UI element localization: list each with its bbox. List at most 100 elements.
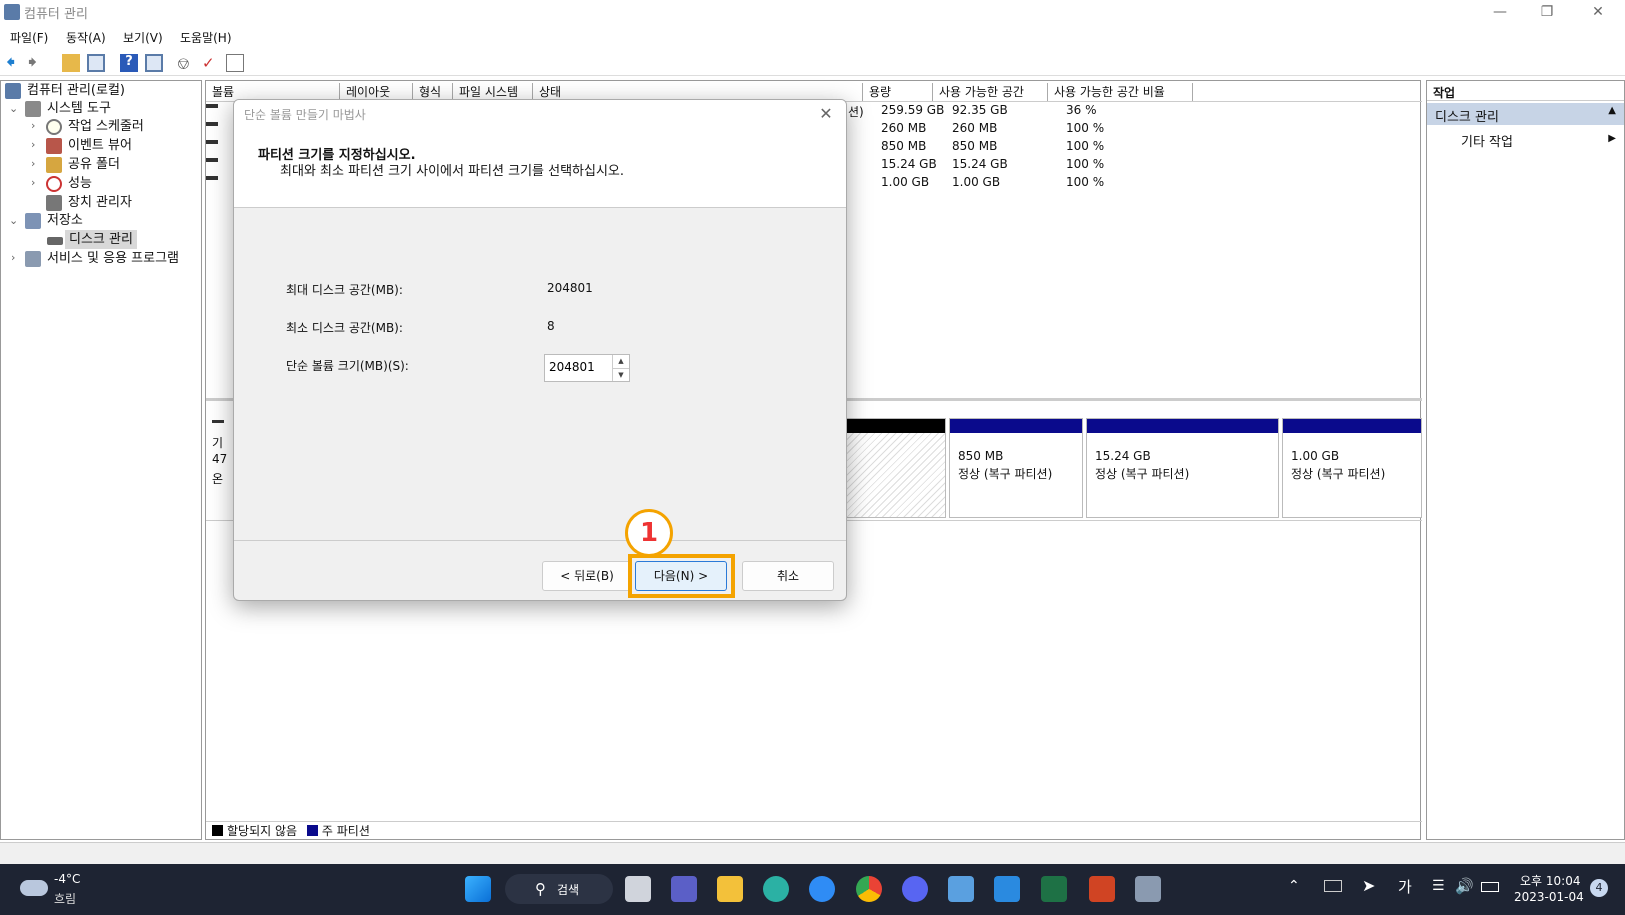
checklist-icon[interactable]: ✓ (202, 54, 220, 72)
chevron-down-icon[interactable]: ⌄ (9, 214, 18, 227)
help-icon[interactable]: ? (120, 54, 138, 72)
computer-icon (5, 83, 21, 99)
chevron-right-icon[interactable]: › (31, 176, 35, 189)
weather-temp[interactable]: -4°C (54, 872, 80, 886)
menu-view[interactable]: 보기(V) (123, 29, 163, 46)
table-cell: 850 MB (881, 139, 927, 153)
window-title: 컴퓨터 관리 (24, 7, 88, 22)
menu-file[interactable]: 파일(F) (10, 29, 48, 46)
chevron-down-icon[interactable]: ⌄ (9, 102, 18, 115)
chrome-icon[interactable] (856, 876, 882, 902)
cloud-icon[interactable] (20, 880, 48, 896)
location-icon[interactable]: ➤ (1362, 876, 1375, 895)
column-header[interactable]: 사용 가능한 공간 비율 (1048, 83, 1193, 101)
file-explorer-icon[interactable] (717, 876, 743, 902)
column-header[interactable]: 용량 (863, 83, 933, 101)
tree-storage[interactable]: 저장소 (47, 211, 83, 230)
legend-swatch-unallocated (212, 825, 223, 836)
chevron-up-icon[interactable]: ⌃ (1288, 878, 1300, 894)
notification-badge[interactable]: 4 (1590, 879, 1608, 897)
tree-shared-folders[interactable]: 공유 폴더 (68, 155, 120, 174)
notepad-icon[interactable] (948, 876, 974, 902)
menu-help[interactable]: 도움말(H) (180, 29, 232, 46)
show-tree-icon[interactable] (87, 54, 105, 72)
performance-icon (46, 176, 62, 192)
back-arrow-icon[interactable]: 🠸 (6, 54, 24, 72)
submenu-right-icon[interactable]: ▶ (1608, 133, 1616, 144)
table-cell: 850 MB (952, 139, 998, 153)
partition-block[interactable]: 15.24 GB 정상 (복구 파티션) (1086, 418, 1279, 518)
tree-root[interactable]: 컴퓨터 관리(로컬) (27, 81, 125, 100)
properties-icon[interactable] (145, 54, 163, 72)
close-window-button[interactable]: ✕ (1575, 0, 1621, 24)
chevron-right-icon[interactable]: › (31, 157, 35, 170)
menu-action[interactable]: 동작(A) (66, 29, 106, 46)
table-cell: 259.59 GB (881, 103, 945, 117)
collapse-up-icon[interactable]: ▲ (1608, 105, 1616, 116)
teams-icon[interactable] (671, 876, 697, 902)
event-viewer-icon (46, 138, 62, 154)
taskbar: -4°C 흐림 ⚲ 검색 ⌃ ➤ 가 ☰ 🔊 오후 10:04 2023-01-… (0, 864, 1625, 915)
volume-icon[interactable]: 🔊 (1455, 877, 1474, 895)
divider (234, 540, 846, 541)
forward-arrow-icon[interactable]: 🠺 (28, 54, 46, 72)
device-manager-icon (46, 195, 62, 211)
excel-icon[interactable] (1041, 876, 1067, 902)
keyboard-icon[interactable] (1324, 880, 1342, 892)
up-folder-icon[interactable] (62, 54, 80, 72)
connect-icon[interactable]: ⎊ (177, 54, 195, 73)
volume-size-input[interactable] (549, 360, 609, 374)
partition-status: 정상 (복구 파티션) (1291, 467, 1386, 481)
task-view-icon[interactable] (625, 876, 651, 902)
spin-down-icon[interactable]: ▼ (612, 368, 629, 381)
tree-performance[interactable]: 성능 (68, 174, 92, 193)
search-label: 검색 (557, 883, 580, 897)
chevron-right-icon[interactable]: › (11, 251, 15, 264)
discord-icon[interactable] (902, 876, 928, 902)
legend-unallocated: 할당되지 않음 (227, 824, 298, 838)
wifi-icon[interactable]: ☰ (1432, 878, 1445, 894)
actions-section-disk-management[interactable]: 디스크 관리 (1427, 103, 1624, 125)
volume-icon (206, 140, 218, 144)
table-cell: 100 % (1066, 139, 1105, 153)
windows-start-icon[interactable] (465, 876, 491, 902)
restore-button[interactable]: ❐ (1524, 0, 1570, 24)
table-cell: 36 % (1066, 103, 1097, 117)
tree-event-viewer[interactable]: 이벤트 뷰어 (68, 136, 132, 155)
search-box[interactable]: ⚲ 검색 (505, 874, 613, 904)
tree-device-manager[interactable]: 장치 관리자 (68, 193, 132, 212)
ime-indicator[interactable]: 가 (1398, 876, 1412, 897)
battery-icon[interactable] (1481, 882, 1499, 892)
partition-size: 1.00 GB (1291, 449, 1340, 463)
tree-services[interactable]: 서비스 및 응용 프로그램 (47, 249, 179, 268)
actions-more[interactable]: 기타 작업 (1461, 131, 1513, 150)
chevron-right-icon[interactable]: › (31, 138, 35, 151)
search-icon: ⚲ (535, 880, 546, 898)
column-header[interactable]: 사용 가능한 공간 (933, 83, 1048, 101)
partition-block[interactable]: 850 MB 정상 (복구 파티션) (949, 418, 1083, 518)
computer-management-taskbar-icon[interactable] (1135, 876, 1161, 902)
max-space-label: 최대 디스크 공간(MB): (286, 283, 403, 297)
chevron-right-icon[interactable]: › (31, 119, 35, 132)
powerpoint-icon[interactable] (1089, 876, 1115, 902)
list-view-icon[interactable] (226, 54, 244, 72)
partition-block[interactable]: 1.00 GB 정상 (복구 파티션) (1282, 418, 1422, 518)
clock-date[interactable]: 2023-01-04 (1514, 890, 1584, 904)
volume-size-stepper[interactable]: ▲ ▼ (544, 354, 630, 382)
partition-status: 정상 (복구 파티션) (958, 467, 1053, 481)
clock-time[interactable]: 오후 10:04 (1520, 872, 1580, 889)
tree-task-scheduler[interactable]: 작업 스케줄러 (68, 117, 144, 136)
dialog-close-icon[interactable]: ✕ (814, 104, 838, 126)
tree-system-tools[interactable]: 시스템 도구 (47, 99, 111, 118)
partition-unallocated[interactable] (846, 418, 946, 518)
back-button[interactable]: < 뒤로(B) (542, 561, 632, 591)
vscode-icon[interactable] (994, 876, 1020, 902)
storage-icon (25, 213, 41, 229)
bing-icon[interactable] (809, 876, 835, 902)
tree-disk-management[interactable]: 디스크 관리 (65, 230, 137, 249)
minimize-button[interactable]: — (1477, 0, 1523, 24)
edge-icon[interactable] (763, 876, 789, 902)
weather-desc[interactable]: 흐림 (54, 890, 76, 907)
cancel-button[interactable]: 취소 (742, 561, 834, 591)
spin-up-icon[interactable]: ▲ (612, 355, 629, 368)
